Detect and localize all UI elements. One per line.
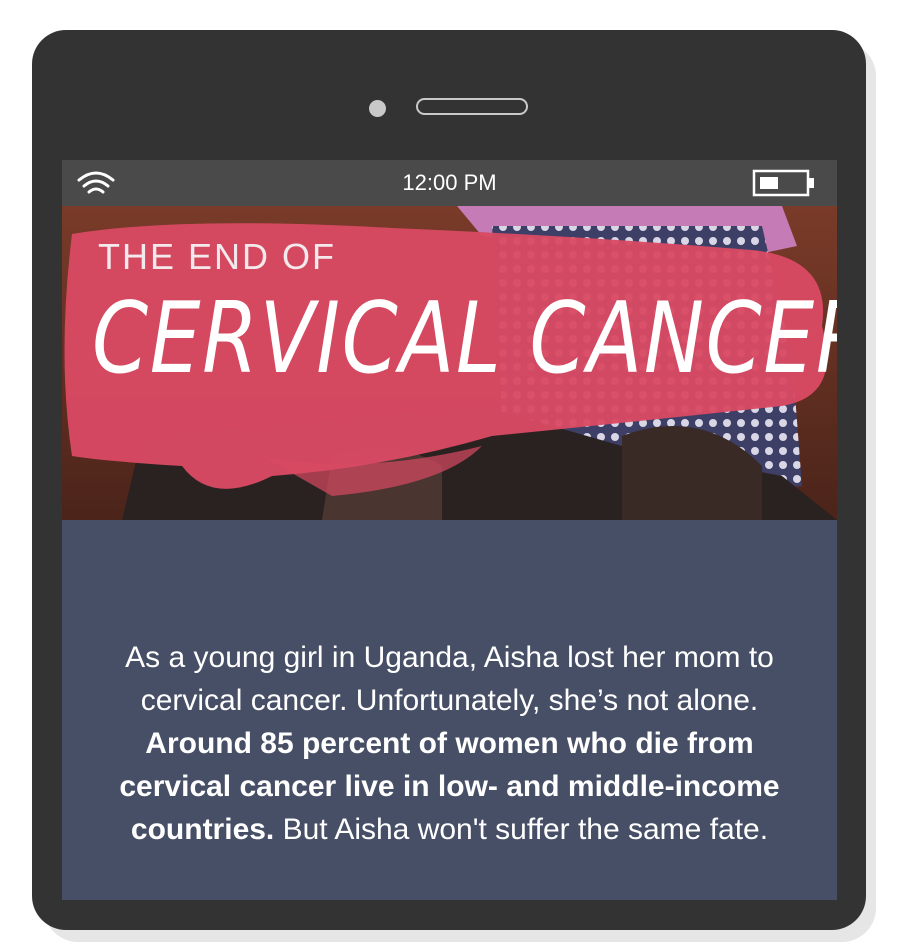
status-time: 12:00 PM: [402, 170, 497, 195]
phone-screen: 12:00 PM THE END OF CERVICAL CANCER As a…: [62, 160, 837, 900]
camera-icon: [369, 100, 386, 117]
speaker-icon: [416, 98, 528, 115]
story-text-part3: But Aisha won't suffer the same fate.: [274, 813, 769, 846]
hero-kicker: THE END OF: [98, 236, 337, 277]
battery-icon: [752, 169, 814, 197]
story-text-part1: As a young girl in Uganda, Aisha lost he…: [125, 641, 774, 717]
hero-banner: THE END OF CERVICAL CANCER: [62, 206, 837, 520]
status-bar: 12:00 PM: [62, 160, 837, 206]
story-paragraph: As a young girl in Uganda, Aisha lost he…: [102, 636, 797, 851]
hero-headline: CERVICAL CANCER: [92, 282, 837, 396]
